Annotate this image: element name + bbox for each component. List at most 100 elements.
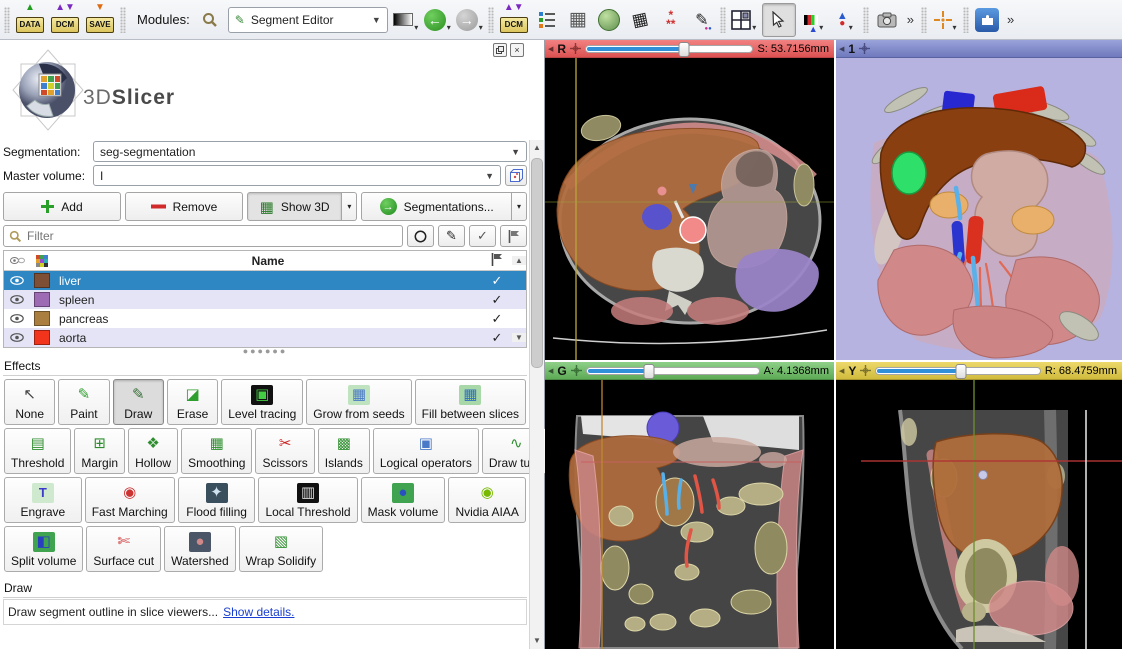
watershed-effect-button[interactable]: ●Watershed: [164, 526, 236, 572]
paint-effect-button[interactable]: ✎Paint: [58, 379, 109, 425]
segmentation-selector[interactable]: seg-segmentation ▼: [93, 141, 527, 162]
draw-effect-button[interactable]: ✎Draw: [113, 379, 164, 425]
smoothing-effect-button[interactable]: ▦Smoothing: [181, 428, 252, 474]
threshold-effect-button[interactable]: ▤Threshold: [4, 428, 71, 474]
toolbar-grip[interactable]: [4, 7, 10, 33]
visibility-eye-icon[interactable]: [4, 312, 30, 326]
split-volume-effect-button[interactable]: ◧Split volume: [4, 526, 83, 572]
window-level-button[interactable]: ▲ ▾: [801, 4, 827, 36]
segment-name[interactable]: aorta: [54, 331, 482, 345]
segment-filter[interactable]: [3, 225, 403, 247]
segmentations-button[interactable]: → Segmentations...: [361, 192, 512, 221]
filter-input[interactable]: [27, 229, 397, 243]
slider-handle[interactable]: [679, 42, 690, 57]
view-options-icon[interactable]: [859, 43, 870, 54]
nvidia-aiaa-effect-button[interactable]: ◉Nvidia AIAA: [448, 477, 526, 523]
local-threshold-effect-button[interactable]: ▥Local Threshold: [258, 477, 357, 523]
save-button[interactable]: ▼ SAVE: [85, 4, 115, 36]
hollow-effect-button[interactable]: ❖Hollow: [128, 428, 178, 474]
subject-hierarchy-button[interactable]: [534, 4, 560, 36]
show-3d-dropdown[interactable]: ▾: [342, 192, 357, 221]
edit-filter-button[interactable]: ✎: [438, 225, 465, 247]
module-history-button[interactable]: ▾: [393, 4, 419, 36]
red-slice-view[interactable]: ◀ R S: 53.7156mm: [545, 40, 834, 360]
layout-selector-button[interactable]: ▾: [731, 4, 757, 36]
view-options-icon[interactable]: [571, 365, 582, 376]
segment-status-check[interactable]: ✓: [482, 330, 512, 346]
red-slice-slider[interactable]: [585, 45, 753, 53]
slider-handle[interactable]: [956, 364, 967, 379]
specify-geometry-button[interactable]: [505, 165, 527, 186]
show-3d-button[interactable]: ▦ Show 3D: [247, 192, 342, 221]
module-search-button[interactable]: [197, 4, 223, 36]
visibility-eye-icon[interactable]: [4, 293, 30, 307]
engrave-effect-button[interactable]: TEngrave: [4, 477, 82, 523]
show-empty-segments-button[interactable]: [407, 225, 434, 247]
none-effect-button[interactable]: ↖None: [4, 379, 55, 425]
table-resize-handle[interactable]: ●●●●●●: [3, 348, 527, 356]
status-filter-button[interactable]: ✓: [469, 225, 496, 247]
scroll-up-icon[interactable]: ▲: [530, 141, 544, 155]
fill-between-slices-effect-button[interactable]: ▦Fill between slices: [415, 379, 526, 425]
axial-slice-image[interactable]: [545, 58, 834, 360]
surface-cut-effect-button[interactable]: ✄Surface cut: [86, 526, 161, 572]
load-data-button[interactable]: ▲ DATA: [15, 4, 45, 36]
yellow-slice-slider[interactable]: [875, 367, 1040, 375]
toolbar-overflow-button[interactable]: »: [905, 12, 916, 27]
sagittal-slice-image[interactable]: [836, 380, 1122, 649]
extensions-manager-button[interactable]: [974, 4, 1000, 36]
dicom-browser-button[interactable]: ▲▼ DCM: [499, 4, 529, 36]
toolbar-grip[interactable]: [720, 7, 726, 33]
segment-name[interactable]: pancreas: [54, 312, 482, 326]
toolbar-grip[interactable]: [921, 7, 927, 33]
segment-color-swatch[interactable]: [30, 292, 54, 307]
toolbar-grip[interactable]: [488, 7, 494, 33]
toolbar-grip[interactable]: [863, 7, 869, 33]
dicom-button[interactable]: ▲▼ DCM: [50, 4, 80, 36]
table-scrollbar[interactable]: ▼: [512, 333, 526, 342]
module-back-button[interactable]: ← ▾: [424, 4, 451, 36]
coronal-slice-image[interactable]: [545, 380, 834, 649]
grow-from-seeds-effect-button[interactable]: ▦Grow from seeds: [306, 379, 411, 425]
segment-row-spleen[interactable]: spleen✓: [4, 290, 526, 309]
registration-button[interactable]: ***: [658, 4, 684, 36]
scroll-down-icon[interactable]: ▼: [530, 634, 544, 648]
pin-icon[interactable]: ◀: [548, 367, 553, 375]
visibility-eye-icon[interactable]: [4, 331, 30, 345]
slider-handle[interactable]: [643, 364, 654, 379]
segment-status-check[interactable]: ✓: [482, 292, 512, 308]
view-options-icon[interactable]: [570, 43, 581, 54]
toolbar-grip[interactable]: [963, 7, 969, 33]
margin-effect-button[interactable]: ⊞Margin: [74, 428, 125, 474]
level-tracing-effect-button[interactable]: ▣Level tracing: [221, 379, 303, 425]
add-segment-button[interactable]: Add: [3, 192, 121, 221]
scrollbar-thumb[interactable]: [531, 158, 543, 368]
threed-render-image[interactable]: [836, 58, 1122, 360]
green-slice-slider[interactable]: [586, 367, 760, 375]
flag-filter-button[interactable]: [500, 225, 527, 247]
show-details-link[interactable]: Show details.: [223, 605, 294, 619]
segment-name[interactable]: spleen: [54, 293, 482, 307]
remove-segment-button[interactable]: Remove: [125, 192, 243, 221]
volume-rendering-button[interactable]: ▦: [565, 4, 591, 36]
visibility-eye-icon[interactable]: [4, 274, 30, 288]
segment-status-check[interactable]: ✓: [482, 311, 512, 327]
segment-name[interactable]: liver: [54, 274, 482, 288]
transforms-button[interactable]: ▦: [627, 4, 653, 36]
threed-view[interactable]: ◀ 1: [836, 40, 1122, 360]
pin-icon[interactable]: ◀: [839, 367, 844, 375]
mask-volume-effect-button[interactable]: ●Mask volume: [361, 477, 446, 523]
panel-scrollbar[interactable]: ▲ ▼: [529, 140, 544, 649]
table-scrollbar-up[interactable]: ▲: [512, 256, 526, 265]
editor-button[interactable]: ✎ ●●: [689, 4, 715, 36]
logical-operators-effect-button[interactable]: ▣Logical operators: [373, 428, 479, 474]
segmentations-dropdown[interactable]: ▾: [512, 192, 527, 221]
yellow-slice-view[interactable]: ◀ Y R: 68.4759mm: [836, 362, 1122, 649]
segment-row-pancreas[interactable]: pancreas✓: [4, 309, 526, 328]
crop-volume-button[interactable]: [596, 4, 622, 36]
scissors-effect-button[interactable]: ✂Scissors: [255, 428, 314, 474]
toolbar-overflow-button[interactable]: »: [1005, 12, 1016, 27]
wrap-solidify-effect-button[interactable]: ▧Wrap Solidify: [239, 526, 323, 572]
segment-color-swatch[interactable]: [30, 330, 54, 345]
pin-icon[interactable]: ◀: [548, 45, 553, 53]
